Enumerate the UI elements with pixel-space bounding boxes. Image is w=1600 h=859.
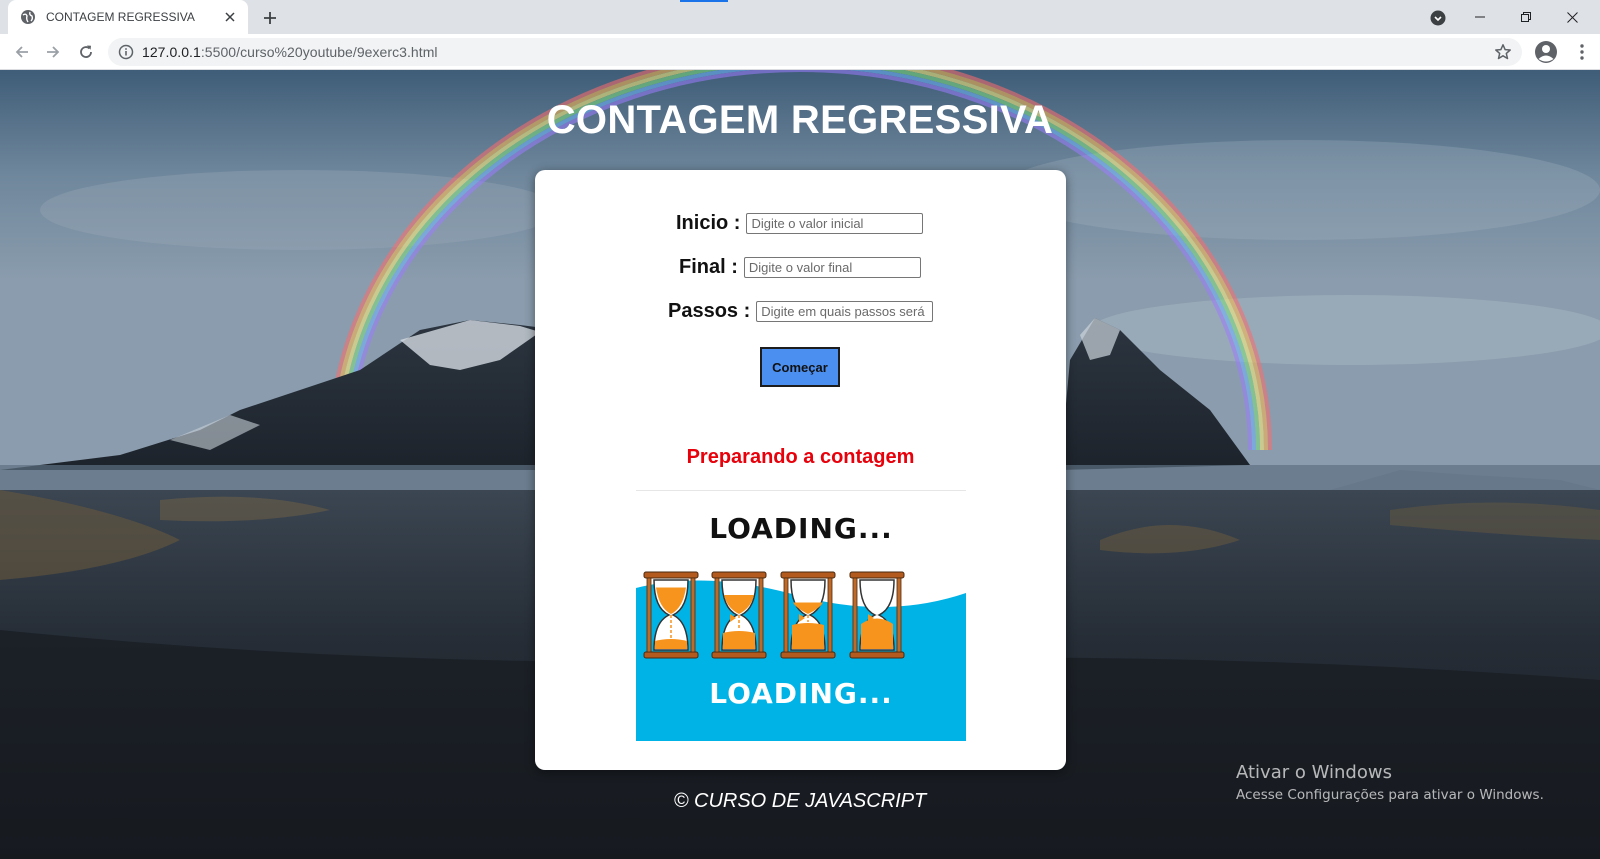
minimize-icon[interactable]: [1457, 0, 1503, 34]
page-title: CONTAGEM REGRESSIVA: [546, 98, 1054, 142]
form-card: Inicio : Final : Passos : Começar Prepar…: [535, 170, 1066, 770]
address-bar[interactable]: 127.0.0.1:5500/curso%20youtube/9exerc3.h…: [108, 38, 1522, 66]
browser-toolbar: 127.0.0.1:5500/curso%20youtube/9exerc3.h…: [0, 34, 1600, 70]
inicio-label: Inicio :: [676, 212, 741, 234]
url-path: :5500/curso%20youtube/9exerc3.html: [200, 44, 438, 60]
passos-label: Passos :: [668, 300, 751, 322]
watermark-subtitle: Acesse Configurações para ativar o Windo…: [1236, 787, 1544, 803]
final-label: Final :: [679, 256, 738, 278]
loading-image: LOADING... LOADING...: [636, 500, 966, 741]
final-row: Final :: [679, 256, 921, 279]
inicio-row: Inicio :: [676, 212, 924, 235]
final-input[interactable]: [743, 257, 921, 278]
loading-text-top: LOADING...: [709, 512, 893, 545]
passos-input[interactable]: [756, 301, 934, 322]
browser-tabstrip: CONTAGEM REGRESSIVA: [0, 0, 1600, 34]
kebab-icon[interactable]: [1572, 40, 1592, 64]
windows-activation-watermark: Ativar o Windows Acesse Configurações pa…: [1236, 762, 1544, 803]
passos-row: Passos :: [668, 300, 934, 323]
start-button[interactable]: Começar: [760, 347, 840, 387]
back-icon[interactable]: [8, 38, 36, 66]
restore-icon[interactable]: [1503, 0, 1549, 34]
url-host: 127.0.0.1: [142, 44, 201, 60]
page-viewport: CONTAGEM REGRESSIVA Inicio : Final : Pas…: [0, 70, 1600, 859]
profile-icon[interactable]: [1534, 40, 1558, 64]
watermark-title: Ativar o Windows: [1236, 762, 1392, 783]
close-icon[interactable]: [222, 9, 238, 25]
divider: [636, 490, 966, 491]
forward-icon[interactable]: [39, 38, 67, 66]
loading-text-bottom: LOADING...: [709, 677, 893, 710]
reload-icon[interactable]: [72, 38, 100, 66]
status-text: Preparando a contagem: [686, 446, 915, 468]
url-text: 127.0.0.1:5500/curso%20youtube/9exerc3.h…: [142, 44, 438, 60]
info-icon[interactable]: [118, 44, 134, 60]
window-close-icon[interactable]: [1549, 0, 1595, 34]
inicio-input[interactable]: [746, 213, 924, 234]
browser-tab[interactable]: CONTAGEM REGRESSIVA: [8, 0, 248, 34]
star-icon[interactable]: [1494, 43, 1512, 61]
tabstrip-accent: [680, 0, 728, 2]
tab-search-icon[interactable]: [1428, 8, 1448, 28]
plus-icon[interactable]: [258, 6, 282, 30]
globe-icon: [20, 9, 36, 25]
tab-title: CONTAGEM REGRESSIVA: [46, 10, 195, 24]
